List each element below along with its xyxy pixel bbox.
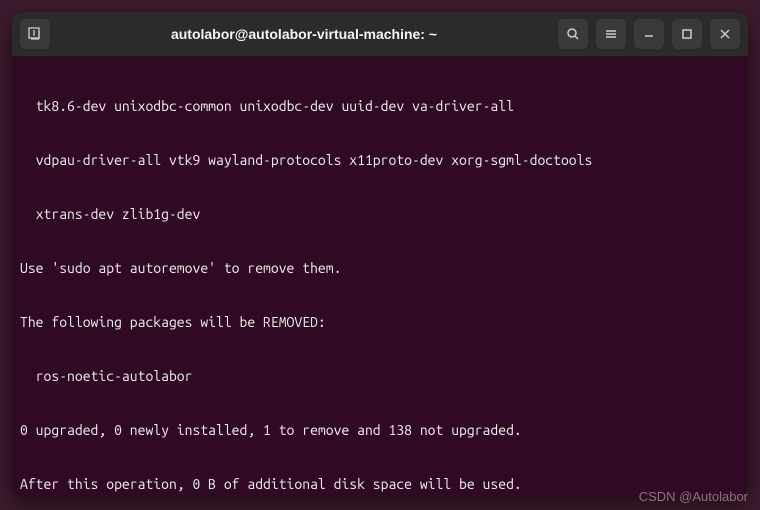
output-line: vdpau-driver-all vtk9 wayland-protocols … — [20, 151, 740, 169]
output-line: The following packages will be REMOVED: — [20, 313, 740, 331]
watermark: CSDN @Autolabor — [639, 489, 748, 504]
minimize-button[interactable] — [634, 19, 664, 49]
output-line: Use 'sudo apt autoremove' to remove them… — [20, 259, 740, 277]
search-button[interactable] — [558, 19, 588, 49]
terminal-window: autolabor@autolabor-virtual-machine: ~ t… — [12, 12, 748, 498]
window-title: autolabor@autolabor-virtual-machine: ~ — [58, 26, 550, 42]
maximize-button[interactable] — [672, 19, 702, 49]
output-line: 0 upgraded, 0 newly installed, 1 to remo… — [20, 421, 740, 439]
menu-button[interactable] — [596, 19, 626, 49]
output-line: After this operation, 0 B of additional … — [20, 475, 740, 493]
titlebar: autolabor@autolabor-virtual-machine: ~ — [12, 12, 748, 57]
window-controls — [634, 19, 740, 49]
new-tab-button[interactable] — [20, 19, 50, 49]
close-button[interactable] — [710, 19, 740, 49]
output-line: ros-noetic-autolabor — [20, 367, 740, 385]
output-line: tk8.6-dev unixodbc-common unixodbc-dev u… — [20, 97, 740, 115]
terminal-body[interactable]: tk8.6-dev unixodbc-common unixodbc-dev u… — [12, 57, 748, 498]
output-line: xtrans-dev zlib1g-dev — [20, 205, 740, 223]
